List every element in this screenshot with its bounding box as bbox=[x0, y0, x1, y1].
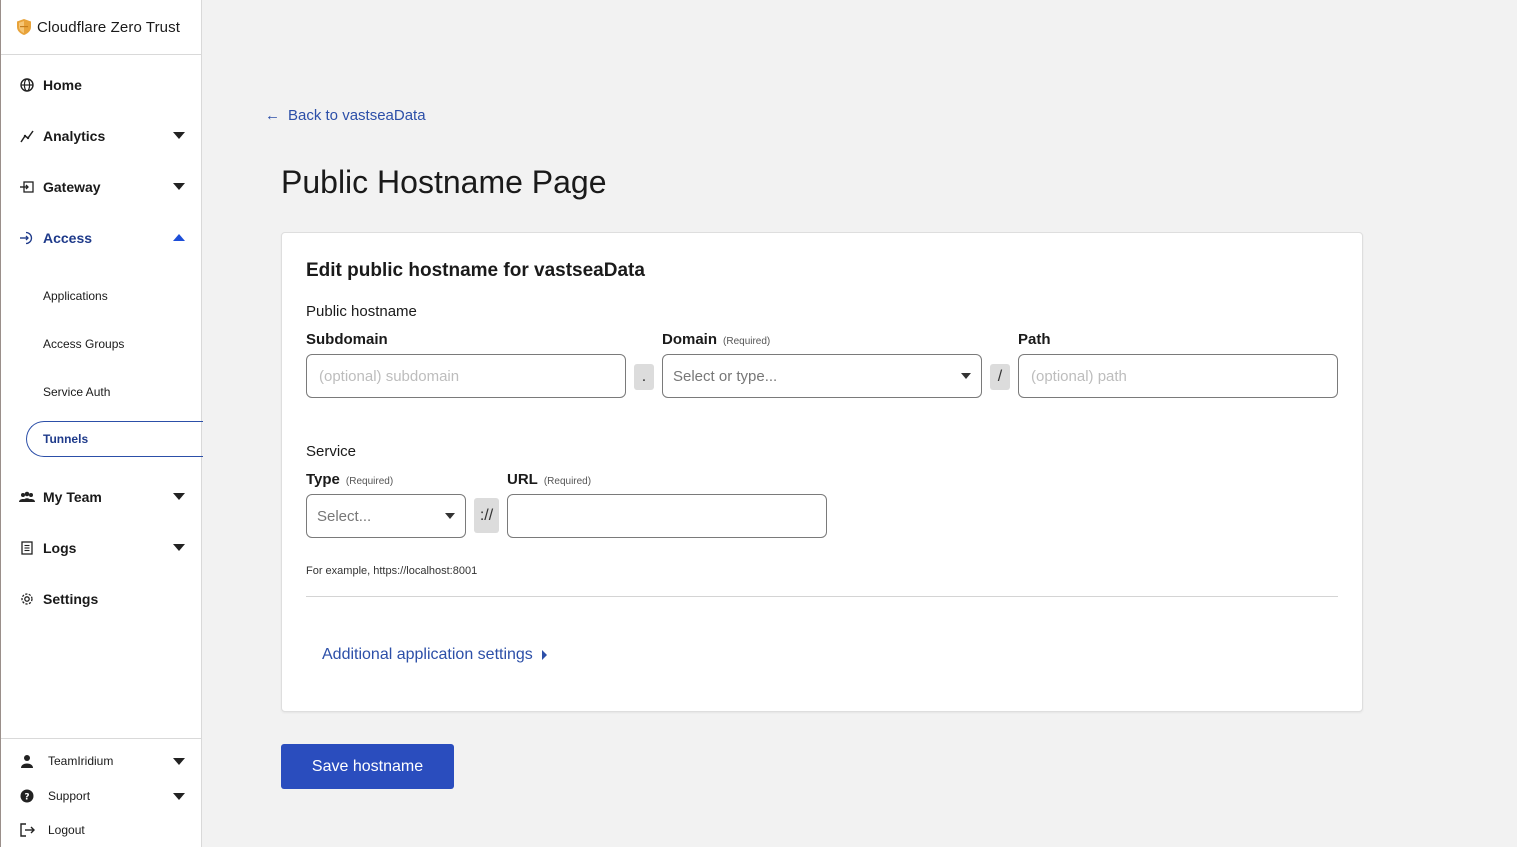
chevron-down-icon bbox=[173, 758, 185, 765]
user-icon bbox=[19, 753, 35, 769]
url-label: URL (Required) bbox=[507, 471, 591, 488]
path-label: Path bbox=[1018, 331, 1051, 348]
chevron-down-icon bbox=[961, 373, 971, 379]
page-title: Public Hostname Page bbox=[281, 164, 607, 200]
nav-home-label: Home bbox=[43, 77, 82, 93]
card-title: Edit public hostname for vastseaData bbox=[306, 260, 645, 281]
sidebar-item-access-groups[interactable]: Access Groups bbox=[43, 337, 124, 351]
additional-settings-toggle[interactable]: Additional application settings bbox=[322, 646, 547, 664]
chevron-down-icon bbox=[173, 183, 185, 190]
service-heading: Service bbox=[306, 443, 357, 460]
additional-settings-label: Additional application settings bbox=[322, 646, 533, 663]
access-icon bbox=[19, 230, 35, 246]
chart-line-icon bbox=[19, 128, 35, 144]
team-icon bbox=[19, 489, 35, 505]
type-label-text: Type bbox=[306, 471, 340, 488]
url-required: (Required) bbox=[543, 476, 592, 487]
nav-logs-label: Logs bbox=[43, 540, 77, 556]
sidebar-item-applications[interactable]: Applications bbox=[43, 289, 108, 303]
subdomain-label: Subdomain bbox=[306, 331, 388, 348]
sidebar-footer: TeamIridium ? Support Logout bbox=[1, 738, 202, 847]
arrow-left-icon: ← bbox=[265, 107, 280, 124]
account-menu[interactable]: TeamIridium bbox=[1, 749, 202, 773]
scheme-separator: :// bbox=[474, 498, 499, 533]
type-required: (Required) bbox=[345, 476, 394, 487]
chevron-right-icon bbox=[541, 650, 547, 660]
url-input[interactable] bbox=[507, 494, 827, 538]
dot-separator: . bbox=[634, 364, 654, 390]
path-label-text: Path bbox=[1018, 331, 1051, 348]
nav-analytics-label: Analytics bbox=[43, 128, 106, 144]
back-link[interactable]: ← Back to vastseaData bbox=[265, 107, 426, 124]
url-help-text: For example, https://localhost:8001 bbox=[306, 565, 478, 577]
edit-hostname-card: Edit public hostname for vastseaData Pub… bbox=[281, 232, 1363, 712]
nav-my-team[interactable]: My Team bbox=[1, 482, 202, 512]
domain-required: (Required) bbox=[723, 336, 771, 347]
gateway-icon bbox=[19, 179, 35, 195]
chevron-down-icon bbox=[173, 132, 185, 139]
account-name: TeamIridium bbox=[48, 754, 114, 768]
chevron-down-icon bbox=[173, 793, 185, 800]
subdomain-label-text: Subdomain bbox=[306, 331, 388, 348]
nav-access[interactable]: Access bbox=[1, 223, 202, 253]
service-type-placeholder: Select... bbox=[317, 507, 372, 525]
sidebar-item-tunnels-label: Tunnels bbox=[43, 432, 89, 446]
brand[interactable]: Cloudflare Zero Trust bbox=[1, 0, 201, 55]
type-label: Type (Required) bbox=[306, 471, 393, 488]
nav-gateway-label: Gateway bbox=[43, 179, 101, 195]
logs-icon bbox=[19, 540, 35, 556]
nav-settings-label: Settings bbox=[43, 591, 99, 607]
domain-label-text: Domain bbox=[662, 331, 718, 348]
service-type-select[interactable]: Select... bbox=[306, 494, 466, 538]
nav-logs[interactable]: Logs bbox=[1, 533, 202, 563]
domain-label: Domain (Required) bbox=[662, 331, 770, 348]
sidebar-item-tunnels[interactable]: Tunnels bbox=[26, 421, 203, 457]
svg-text:?: ? bbox=[24, 793, 29, 803]
public-hostname-heading: Public hostname bbox=[306, 303, 417, 320]
save-hostname-button[interactable]: Save hostname bbox=[281, 744, 454, 789]
globe-icon bbox=[19, 77, 35, 93]
back-link-label: Back to vastseaData bbox=[288, 107, 426, 124]
nav-gateway[interactable]: Gateway bbox=[1, 172, 202, 202]
logout-icon bbox=[19, 822, 35, 838]
nav-settings[interactable]: Settings bbox=[1, 584, 202, 614]
help-circle-icon: ? bbox=[19, 788, 35, 804]
chevron-down-icon bbox=[173, 544, 185, 551]
gear-icon bbox=[19, 591, 35, 607]
sidebar-item-service-auth[interactable]: Service Auth bbox=[43, 385, 110, 399]
subdomain-input[interactable] bbox=[306, 354, 626, 398]
nav-my-team-label: My Team bbox=[43, 489, 102, 505]
support-label: Support bbox=[48, 789, 91, 803]
shield-logo-icon bbox=[17, 19, 31, 35]
url-label-text: URL bbox=[507, 471, 538, 488]
logout-label: Logout bbox=[48, 823, 85, 837]
nav-analytics[interactable]: Analytics bbox=[1, 121, 202, 151]
slash-separator: / bbox=[990, 364, 1010, 390]
chevron-down-icon bbox=[445, 513, 455, 519]
divider bbox=[306, 596, 1338, 597]
logout-button[interactable]: Logout bbox=[1, 818, 202, 842]
nav-access-label: Access bbox=[43, 230, 93, 246]
path-input[interactable] bbox=[1018, 354, 1338, 398]
chevron-down-icon bbox=[173, 493, 185, 500]
sidebar: Cloudflare Zero Trust Home Analytics Gat… bbox=[0, 0, 203, 847]
domain-select[interactable]: Select or type... bbox=[662, 354, 982, 398]
nav-home[interactable]: Home bbox=[1, 70, 202, 100]
domain-select-placeholder: Select or type... bbox=[673, 367, 778, 385]
chevron-up-icon bbox=[173, 234, 185, 241]
support-menu[interactable]: ? Support bbox=[1, 784, 202, 808]
brand-name: Cloudflare Zero Trust bbox=[37, 18, 180, 36]
